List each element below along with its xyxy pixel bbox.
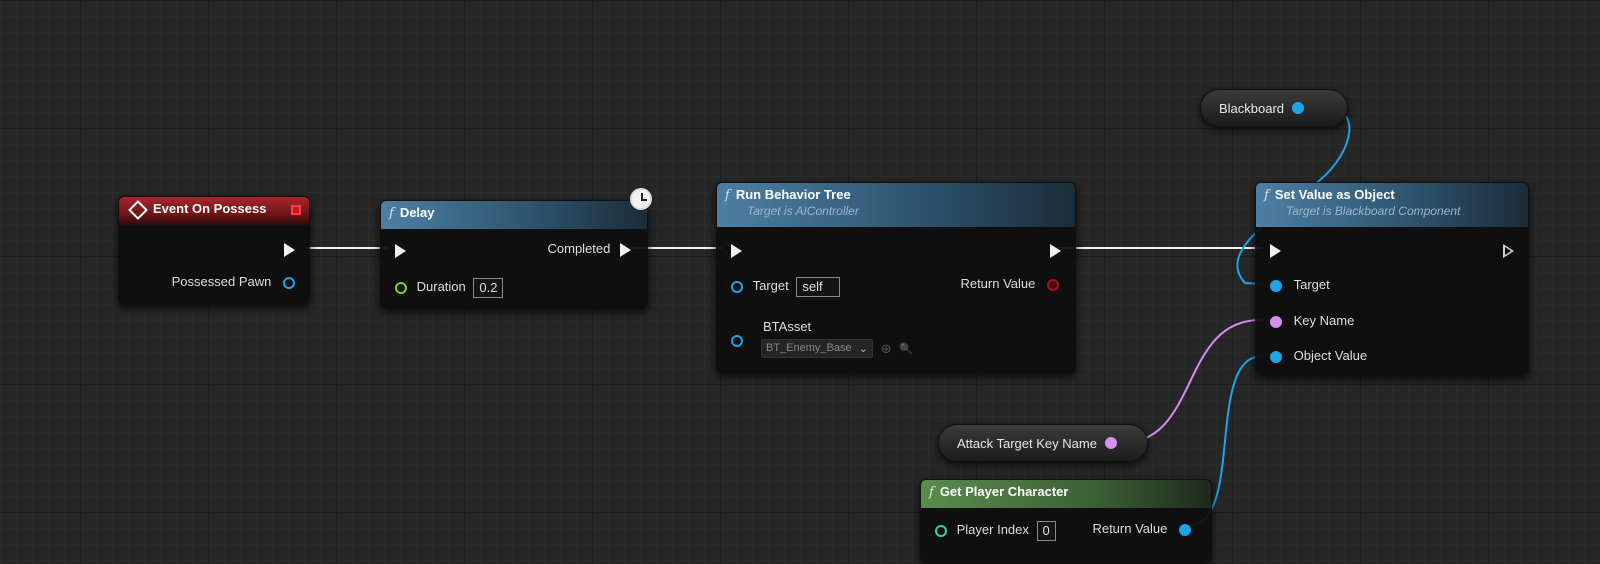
exec-output-pin[interactable] <box>284 242 295 257</box>
setvalue-exec-out-row <box>1503 242 1514 258</box>
attack-target-key-name-variable-node[interactable]: Attack Target Key Name <box>938 424 1148 462</box>
player-return-row: Return Value <box>1092 521 1191 536</box>
blackboard-output-pin[interactable] <box>1292 102 1305 114</box>
function-icon: f <box>1264 188 1269 203</box>
get-player-character-title: Get Player Character <box>939 484 1069 499</box>
target-label: Target <box>1293 277 1330 292</box>
btasset-value: BT_Enemy_Base <box>766 342 852 354</box>
delay-exec-in-row <box>395 242 406 258</box>
duration-label: Duration <box>416 279 466 295</box>
function-icon: f <box>929 485 934 500</box>
run-behavior-tree-title: Run Behavior Tree <box>735 187 851 202</box>
get-player-character-node[interactable]: f Get Player Character Player Index 0 Ret… <box>920 479 1212 563</box>
attack-target-key-name-output-pin[interactable] <box>1104 437 1117 449</box>
completed-row: Completed <box>547 241 631 257</box>
exec-output-pin[interactable] <box>1503 243 1514 258</box>
get-player-character-header[interactable]: f Get Player Character <box>921 480 1211 508</box>
set-value-as-object-header[interactable]: f Set Value as Object Target is Blackboar… <box>1256 183 1528 227</box>
blueprint-graph-canvas[interactable]: Event On Possess Possessed Pawn f Delay C… <box>0 0 1600 564</box>
browse-asset-icon[interactable]: 🔍 <box>899 342 913 355</box>
possessed-pawn-row: Possessed Pawn <box>172 274 295 289</box>
delay-header[interactable]: f Delay <box>381 201 647 229</box>
event-on-possess-title: Event On Possess <box>153 201 267 216</box>
player-index-pin[interactable] <box>935 525 947 537</box>
blackboard-label: Blackboard <box>1219 100 1285 116</box>
setvalue-keyname-row: Key Name <box>1270 313 1354 328</box>
btasset-label: BTAsset <box>763 319 812 334</box>
completed-exec-pin[interactable] <box>620 242 631 257</box>
setvalue-exec-in-row <box>1270 242 1281 258</box>
wire-keyname-to-setvalue <box>1121 318 1263 444</box>
possessed-pawn-pin[interactable] <box>283 276 295 289</box>
exec-input-pin[interactable] <box>1270 243 1281 258</box>
function-icon: f <box>389 206 394 221</box>
btasset-pin-row <box>731 332 743 347</box>
target-input[interactable]: self <box>796 277 841 297</box>
exec-input-pin[interactable] <box>395 243 406 258</box>
duration-input[interactable]: 0.2 <box>473 278 504 298</box>
key-name-label: Key Name <box>1293 313 1355 328</box>
runbt-exec-out-row <box>1050 242 1061 258</box>
run-behavior-tree-header[interactable]: f Run Behavior Tree Target is AIControlle… <box>717 183 1075 227</box>
use-selected-asset-icon[interactable]: ⊕ <box>881 341 892 357</box>
completed-label: Completed <box>547 241 611 256</box>
btasset-pin[interactable] <box>731 334 743 347</box>
delay-node[interactable]: f Delay Completed Duration 0.2 <box>380 200 648 309</box>
target-label: Target <box>752 278 789 294</box>
stop-icon <box>291 205 301 215</box>
event-on-possess-node[interactable]: Event On Possess Possessed Pawn <box>118 196 310 305</box>
function-icon: f <box>725 188 730 203</box>
delay-title: Delay <box>399 205 435 220</box>
player-index-row: Player Index 0 <box>935 521 1056 541</box>
event-exec-out-row <box>284 241 295 257</box>
exec-output-pin[interactable] <box>1050 243 1061 258</box>
return-value-label: Return Value <box>1092 521 1168 536</box>
runbt-target-row: Target self <box>731 277 841 297</box>
possessed-pawn-label: Possessed Pawn <box>171 274 272 289</box>
target-pin[interactable] <box>731 281 743 293</box>
set-value-as-object-title: Set Value as Object <box>1274 187 1395 202</box>
setvalue-objectvalue-row: Object Value <box>1270 348 1367 363</box>
key-name-pin[interactable] <box>1270 315 1282 328</box>
target-pin[interactable] <box>1270 279 1282 292</box>
runbt-return-row: Return Value <box>960 276 1059 291</box>
btasset-dropdown[interactable]: BT_Enemy_Base ⌄ <box>761 339 873 358</box>
return-value-pin[interactable] <box>1179 523 1191 536</box>
event-on-possess-header[interactable]: Event On Possess <box>119 197 309 225</box>
run-behavior-tree-subtitle: Target is AIController <box>747 204 859 218</box>
set-value-as-object-node[interactable]: f Set Value as Object Target is Blackboar… <box>1255 182 1529 376</box>
player-index-input[interactable]: 0 <box>1036 521 1056 541</box>
setvalue-target-row: Target <box>1270 277 1330 292</box>
attack-target-key-name-label: Attack Target Key Name <box>957 435 1097 451</box>
duration-pin[interactable] <box>395 282 407 294</box>
return-value-pin[interactable] <box>1047 278 1059 291</box>
chevron-down-icon: ⌄ <box>858 343 868 355</box>
clock-icon <box>630 188 652 210</box>
blackboard-variable-node[interactable]: Blackboard <box>1200 89 1348 127</box>
object-value-label: Object Value <box>1293 348 1368 363</box>
set-value-as-object-subtitle: Target is Blackboard Component <box>1286 204 1461 218</box>
run-behavior-tree-node[interactable]: f Run Behavior Tree Target is AIControlle… <box>716 182 1076 374</box>
duration-row: Duration 0.2 <box>395 278 504 298</box>
runbt-exec-in-row <box>731 242 742 258</box>
player-index-label: Player Index <box>956 522 1029 538</box>
event-diamond-icon <box>128 199 148 220</box>
exec-input-pin[interactable] <box>731 243 742 258</box>
return-value-label: Return Value <box>960 276 1036 291</box>
btasset-value-row: BT_Enemy_Base ⌄ ⊕ 🔍 <box>761 339 913 358</box>
btasset-label-row: BTAsset <box>763 319 811 334</box>
object-value-pin[interactable] <box>1270 350 1282 363</box>
